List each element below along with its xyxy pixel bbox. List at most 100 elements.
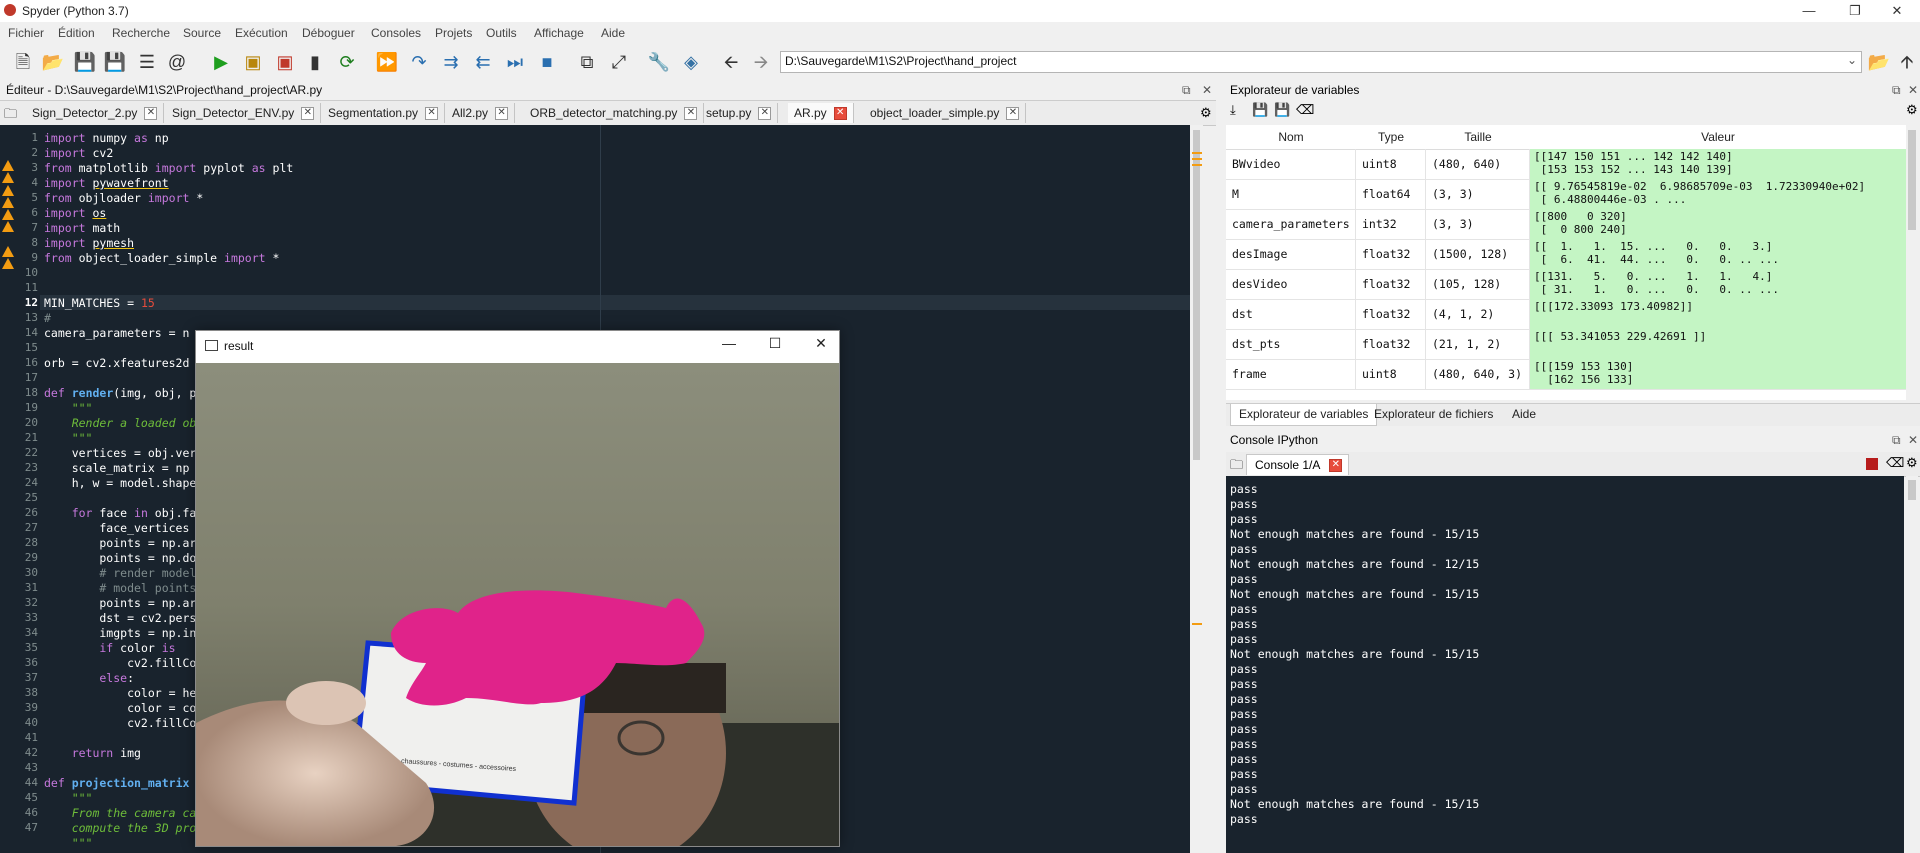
column-header-valeur[interactable]: Valeur xyxy=(1530,125,1906,150)
close-tab-icon[interactable]: ✕ xyxy=(144,107,158,120)
close-tab-icon[interactable]: ✕ xyxy=(301,107,315,120)
maximize-pane-icon[interactable]: ⧉ xyxy=(574,49,600,75)
ipython-console[interactable]: pass pass pass Not enough matches are found… xyxy=(1226,476,1904,853)
console-scrollbar-thumb[interactable] xyxy=(1908,480,1916,500)
browse-folder-icon[interactable]: 📂 xyxy=(1866,49,1892,75)
variable-table-scrollbar-thumb[interactable] xyxy=(1908,130,1916,230)
menu-projets[interactable]: Projets xyxy=(435,26,472,40)
tab-segmentation[interactable]: Segmentation.py ✕ xyxy=(322,103,446,123)
variable-row[interactable]: frame uint8 (480, 640, 3) [[[159 153 130] [… xyxy=(1226,359,1906,390)
fullscreen-icon[interactable]: ⤢ xyxy=(606,49,632,75)
menu-edition[interactable]: Édition xyxy=(58,26,95,40)
variable-row[interactable]: dst float32 (4, 1, 2) [[[172.33093 173.4098… xyxy=(1226,299,1906,330)
tab-file-explorer[interactable]: Explorateur de fichiers xyxy=(1366,404,1501,425)
save-all-icon[interactable]: 💾 xyxy=(102,49,128,75)
variable-row[interactable]: desImage float32 (1500, 128)[[ 1. 1. 15. .… xyxy=(1226,239,1906,270)
menu-affichage[interactable]: Affichage xyxy=(534,26,584,40)
close-pane-icon[interactable]: ✕ xyxy=(1202,83,1212,97)
at-symbol-icon[interactable]: @ xyxy=(164,49,190,75)
tab-sign-detector-2[interactable]: Sign_Detector_2.py ✕ xyxy=(26,103,165,123)
undock-icon[interactable]: ⧉ xyxy=(1892,83,1901,98)
interrupt-kernel-icon[interactable] xyxy=(1866,458,1878,470)
run-icon[interactable]: ▶ xyxy=(208,49,234,75)
close-tab-icon[interactable]: ✕ xyxy=(684,107,698,120)
step-return-icon[interactable]: ⇇ xyxy=(470,49,496,75)
python-path-icon[interactable]: ◈ xyxy=(678,49,704,75)
menu-outils[interactable]: Outils xyxy=(486,26,517,40)
menu-consoles[interactable]: Consoles xyxy=(371,26,421,40)
menu-aide[interactable]: Aide xyxy=(601,26,625,40)
close-tab-icon[interactable]: ✕ xyxy=(425,107,439,120)
import-data-icon[interactable]: ⤓ xyxy=(1230,102,1236,118)
back-arrow-icon[interactable]: 🡨 xyxy=(718,49,744,75)
pane-splitter[interactable] xyxy=(1216,80,1226,853)
close-tab-icon[interactable]: ✕ xyxy=(833,107,847,120)
tab-ar[interactable]: AR.py ✕ xyxy=(788,103,854,123)
variable-row[interactable]: desVideo float32 (105, 128) [[131. 5. 0. ..… xyxy=(1226,269,1906,300)
save-as-icon[interactable]: 💾 xyxy=(1274,102,1290,118)
variable-row[interactable]: Mfloat64 (3, 3) [[ 9.76545819e-02 6.986857… xyxy=(1226,179,1906,210)
run-selection-icon[interactable]: ▮ xyxy=(302,49,328,75)
gear-icon[interactable]: ⚙ xyxy=(1906,455,1918,471)
browse-tabs-icon[interactable]: 🗀 xyxy=(4,105,17,127)
save-data-icon[interactable]: 💾 xyxy=(1252,102,1268,118)
variable-table[interactable]: Nom Type Taille Valeur BWvideo uint8 (480,… xyxy=(1226,125,1906,400)
close-tab-icon[interactable]: ✕ xyxy=(1329,459,1343,472)
close-tab-icon[interactable]: ✕ xyxy=(758,107,772,120)
working-directory-combo[interactable]: D:\Sauvegarde\M1\S2\Project\hand_project… xyxy=(780,51,1862,73)
column-header-type[interactable]: Type xyxy=(1356,125,1427,150)
stop-debug-icon[interactable]: ■ xyxy=(534,49,560,75)
tab-help[interactable]: Aide xyxy=(1504,404,1544,425)
close-tab-icon[interactable]: ✕ xyxy=(1006,107,1020,120)
debug-icon[interactable]: ⏩ xyxy=(374,49,400,75)
parent-directory-icon[interactable]: 🡩 xyxy=(1894,49,1920,75)
restore-button[interactable]: ❐ xyxy=(1832,0,1878,22)
column-header-nom[interactable]: Nom xyxy=(1226,125,1357,150)
step-icon[interactable]: ↷ xyxy=(406,49,432,75)
save-icon[interactable]: 💾 xyxy=(72,49,98,75)
close-window-button[interactable]: ✕ xyxy=(806,335,836,355)
gear-icon[interactable]: ⚙ xyxy=(1200,105,1212,121)
close-window-button[interactable]: ✕ xyxy=(1874,0,1920,22)
minimize-button[interactable]: — xyxy=(714,335,744,355)
rerun-icon[interactable]: ⟳ xyxy=(334,49,360,75)
run-cell-advance-icon[interactable]: ▣ xyxy=(272,49,298,75)
tab-console-1a[interactable]: Console 1/A ✕ xyxy=(1246,454,1350,475)
chevron-down-icon[interactable]: ⌄ xyxy=(1847,53,1857,67)
maximize-button[interactable]: ☐ xyxy=(760,335,790,355)
outline-icon[interactable]: ☰ xyxy=(134,49,160,75)
gear-icon[interactable]: ⚙ xyxy=(1906,102,1918,118)
close-pane-icon[interactable]: ✕ xyxy=(1908,83,1918,97)
tab-orb-detector-matching[interactable]: ORB_detector_matching.py ✕ xyxy=(524,103,705,123)
close-pane-icon[interactable]: ✕ xyxy=(1908,433,1918,447)
close-tab-icon[interactable]: ✕ xyxy=(495,107,509,120)
variable-row[interactable]: dst_pts float32 (21, 1, 2) [[[ 53.341053 22… xyxy=(1226,329,1906,360)
new-file-icon[interactable]: 🗎 xyxy=(10,49,36,75)
menu-fichier[interactable]: Fichier xyxy=(8,26,44,40)
variable-row[interactable]: BWvideo uint8 (480, 640) [[147 150 151 ... … xyxy=(1226,149,1906,180)
variable-row[interactable]: camera_parameters int32 (3, 3) [[800 0 320]… xyxy=(1226,209,1906,240)
eraser-icon[interactable]: ⌫ xyxy=(1296,102,1314,118)
tab-sign-detector-env[interactable]: Sign_Detector_ENV.py ✕ xyxy=(166,103,322,123)
editor-scrollbar-thumb[interactable] xyxy=(1193,130,1200,460)
tab-all2[interactable]: All2.py ✕ xyxy=(446,103,516,123)
continue-icon[interactable]: ⏭ xyxy=(502,49,528,75)
run-cell-icon[interactable]: ▣ xyxy=(240,49,266,75)
console-scrollbar[interactable] xyxy=(1906,476,1918,853)
menu-recherche[interactable]: Recherche xyxy=(112,26,170,40)
preferences-wrench-icon[interactable]: 🔧 xyxy=(646,49,672,75)
undock-icon[interactable]: ⧉ xyxy=(1892,433,1901,448)
result-window[interactable]: result — ☐ ✕ chaussures - costumes - acc… xyxy=(195,330,840,847)
step-into-icon[interactable]: ⇉ xyxy=(438,49,464,75)
menu-source[interactable]: Source xyxy=(183,26,221,40)
tab-setup[interactable]: setup.py ✕ xyxy=(700,103,779,123)
menu-deboguer[interactable]: Déboguer xyxy=(302,26,355,40)
menu-execution[interactable]: Exécution xyxy=(235,26,288,40)
undock-icon[interactable]: ⧉ xyxy=(1182,83,1191,98)
column-header-taille[interactable]: Taille xyxy=(1426,125,1531,150)
browse-tabs-icon[interactable]: 🗀 xyxy=(1230,456,1243,478)
forward-arrow-icon[interactable]: 🡪 xyxy=(748,49,774,75)
open-file-icon[interactable]: 📂 xyxy=(40,49,66,75)
tab-object-loader-simple[interactable]: object_loader_simple.py ✕ xyxy=(864,103,1027,123)
eraser-icon[interactable]: ⌫ xyxy=(1886,455,1904,471)
